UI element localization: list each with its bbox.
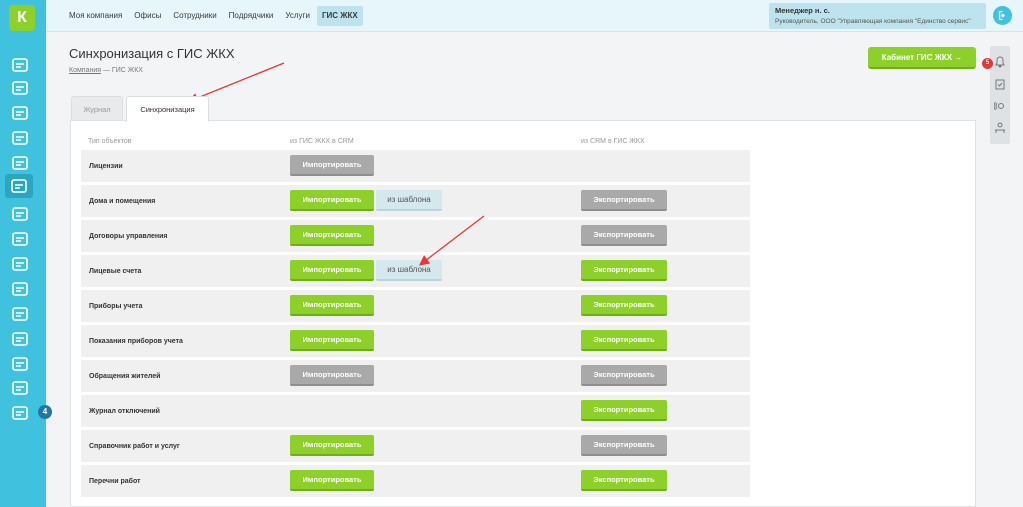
wallet-icon[interactable] [10, 103, 30, 123]
right-rail [990, 46, 1010, 144]
sync-row: Лицензии Импортировать [81, 150, 750, 182]
row-label: Договоры управления [89, 232, 168, 240]
news-icon[interactable] [10, 378, 30, 398]
users-icon[interactable] [10, 153, 30, 173]
gauge-icon[interactable] [10, 78, 30, 98]
import-button[interactable]: Импортировать [290, 190, 374, 211]
row-label: Лицензии [89, 162, 123, 170]
row-label: Лицевые счета [89, 267, 142, 275]
tab-sync[interactable]: Синхронизация [126, 96, 209, 122]
row-label: Обращения жителей [89, 372, 161, 380]
sidebar-notification-badge: 4 [38, 405, 52, 419]
from-template-button[interactable]: из шаблона [376, 260, 442, 281]
row-label: Приборы учета [89, 302, 143, 310]
flag-icon[interactable] [5, 174, 33, 198]
user-role: Руководитель, ООО "Управляющая компания … [775, 18, 971, 25]
bell-icon[interactable] [994, 56, 1006, 68]
logo-letter: К [17, 9, 27, 26]
row-label: Справочник работ и услуг [89, 442, 180, 450]
column-header-type: Тип объектов [88, 138, 132, 145]
import-button[interactable]: Импортировать [290, 260, 374, 281]
breadcrumb-link-company[interactable]: Компания [69, 67, 101, 74]
import-button[interactable]: Импортировать [290, 470, 374, 491]
clipboard-icon[interactable] [10, 128, 30, 148]
export-button[interactable]: Экспортировать [581, 400, 667, 421]
sound-icon[interactable] [994, 100, 1006, 112]
sync-row: Договоры управления Импортировать Экспорти… [81, 220, 750, 252]
nav-item-0[interactable]: Моя компания [64, 6, 127, 26]
import-button[interactable]: Импортировать [290, 435, 374, 456]
import-button[interactable]: Импортировать [290, 330, 374, 351]
app-logo[interactable]: К [9, 5, 35, 31]
clipboard-check-icon[interactable] [994, 78, 1006, 90]
column-header-import: из ГИС ЖКХ в CRM [290, 138, 354, 145]
user-info[interactable]: Менеджер н. с. Руководитель, ООО "Управл… [769, 3, 986, 29]
box-icon[interactable] [10, 229, 30, 249]
logout-icon [998, 10, 1006, 21]
logout-button[interactable] [993, 6, 1012, 25]
smile-icon[interactable] [10, 354, 30, 374]
export-button[interactable]: Экспортировать [581, 330, 667, 351]
pin-icon[interactable] [10, 403, 30, 423]
sync-row: Показания приборов учета Импортировать Экс… [81, 325, 750, 357]
breadcrumb-current: — ГИС ЖКХ [101, 67, 143, 74]
edit-icon[interactable] [10, 304, 30, 324]
page-title: Синхронизация с ГИС ЖКХ [69, 46, 235, 61]
tab-journal[interactable]: Журнал [71, 96, 123, 121]
sync-row: Справочник работ и услуг Импортировать Экс… [81, 430, 750, 462]
row-label: Показания приборов учета [89, 337, 183, 345]
chart-icon[interactable] [10, 55, 30, 75]
sync-row: Дома и помещения Импортировать из шаблона Э… [81, 185, 750, 217]
top-bar: Моя компания Офисы Сотрудники Подрядчики Усл… [46, 0, 1023, 32]
building-icon[interactable] [10, 329, 30, 349]
export-button[interactable]: Экспортировать [581, 470, 667, 491]
import-button[interactable]: Импортировать [290, 295, 374, 316]
row-label: Дома и помещения [89, 197, 156, 205]
notifications-badge: 5 [982, 58, 993, 69]
nav-item-1[interactable]: Офисы [129, 6, 166, 26]
export-button[interactable]: Экспортировать [581, 365, 667, 386]
worker-icon[interactable] [10, 204, 30, 224]
sync-row: Журнал отключений Экспортировать [81, 395, 750, 427]
nav-item-4[interactable]: Услуги [280, 6, 315, 26]
user-name: Менеджер н. с. [775, 6, 830, 15]
nav-item-2[interactable]: Сотрудники [168, 6, 221, 26]
export-button[interactable]: Экспортировать [581, 435, 667, 456]
left-sidebar: К 4 [0, 0, 52, 507]
export-button[interactable]: Экспортировать [581, 295, 667, 316]
export-button[interactable]: Экспортировать [581, 260, 667, 281]
gis-cabinet-button[interactable]: Кабинет ГИС ЖКХ → [868, 47, 976, 69]
row-label: Журнал отключений [89, 407, 160, 415]
sync-row: Лицевые счета Импортировать из шаблона Эксп… [81, 255, 750, 287]
sync-row: Обращения жителей Импортировать Экспортиро… [81, 360, 750, 392]
people-icon[interactable] [10, 279, 30, 299]
worker-icon[interactable] [994, 122, 1006, 134]
from-template-button[interactable]: из шаблона [376, 190, 442, 211]
import-button[interactable]: Импортировать [290, 155, 374, 176]
import-button[interactable]: Импортировать [290, 365, 374, 386]
column-header-export: из CRM в ГИС ЖКХ [581, 138, 645, 145]
top-nav: Моя компания Офисы Сотрудники Подрядчики Усл… [64, 6, 365, 26]
sync-row: Приборы учета Импортировать Экспортировать [81, 290, 750, 322]
sync-row: Перечни работ Импортировать Экспортировать [81, 465, 750, 497]
nav-item-3[interactable]: Подрядчики [224, 6, 279, 26]
export-button[interactable]: Экспортировать [581, 225, 667, 246]
nav-item-5[interactable]: ГИС ЖКХ [316, 6, 363, 26]
export-button[interactable]: Экспортировать [581, 190, 667, 211]
import-button[interactable]: Импортировать [290, 225, 374, 246]
coin-icon[interactable] [10, 254, 30, 274]
row-label: Перечни работ [89, 477, 141, 485]
breadcrumb: Компания — ГИС ЖКХ [69, 67, 143, 74]
